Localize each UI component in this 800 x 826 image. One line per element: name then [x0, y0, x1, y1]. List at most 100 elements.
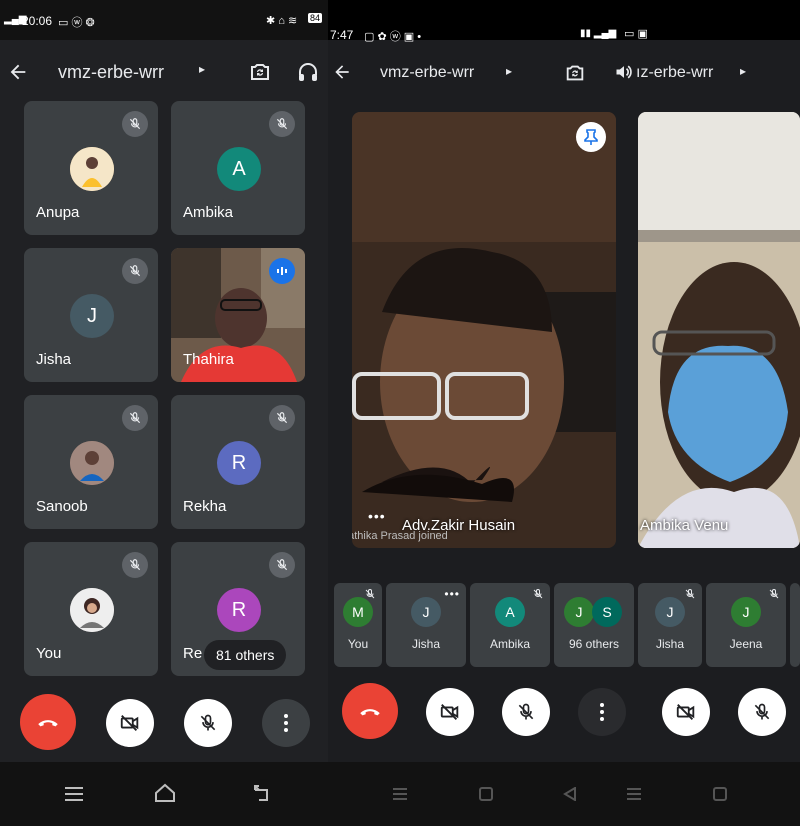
home-icon[interactable] [152, 780, 178, 806]
signal-icon: ▮▮ ▂▄▆ [580, 28, 617, 39]
strip-participant-tile[interactable]: M You [334, 583, 382, 667]
pin-icon[interactable] [576, 122, 606, 152]
speaking-indicator-icon [269, 258, 295, 284]
mic-off-icon [768, 587, 780, 605]
bluetooth-icon: ✱ ⌂ ≋ [266, 15, 298, 27]
others-count-pill[interactable]: 81 others [204, 640, 287, 670]
avatar-initial: J [70, 294, 114, 338]
chevron-right-icon[interactable]: ▸ [506, 64, 512, 78]
more-dots-icon[interactable]: ••• [444, 587, 460, 601]
mic-off-icon [364, 587, 376, 605]
app-bar: vmz-erbe-wrr ▸ ız-erbe-wrr ▸ [328, 48, 800, 96]
more-dots-icon[interactable]: ••• [368, 508, 386, 524]
avatar-photo [70, 441, 114, 485]
participant-tile[interactable]: R Rekha [171, 395, 305, 529]
participant-video-tile[interactable]: Thahira [171, 248, 305, 382]
mic-off-icon [122, 552, 148, 578]
mic-off-icon [122, 111, 148, 137]
notification-icons: ▭ ⓦ ❂ [58, 17, 95, 29]
participant-name: Ambika [183, 204, 234, 221]
speaker-icon[interactable] [612, 60, 636, 84]
mic-off-icon [269, 552, 295, 578]
mic-off-button-overlap[interactable] [738, 688, 786, 736]
back-nav-icon[interactable] [560, 784, 580, 804]
participant-tile[interactable]: Sanoob [24, 395, 158, 529]
meeting-code-title[interactable]: vmz-erbe-wrr [58, 62, 164, 83]
left-phone-screen: ▂▄▆ 20:06 ▭ ⓦ ❂ ✱ ⌂ ≋ 84 vmz-erbe-wrr ▸ … [0, 0, 328, 826]
battery-icon: 84 [308, 13, 323, 23]
chevron-right-icon[interactable]: ▸ [740, 64, 746, 78]
avatar-photo [70, 147, 114, 191]
status-time: 7:47 [330, 28, 354, 42]
status-bar: ▂▄▆ 20:06 ▭ ⓦ ❂ ✱ ⌂ ≋ 84 [0, 0, 328, 40]
participant-name: Ambika [489, 637, 530, 651]
strip-participant-tile[interactable]: J Jeena [706, 583, 786, 667]
menu-icon[interactable] [390, 784, 410, 804]
main-speaker-video-tile[interactable]: ••• Adv.Zakir Husain Lathika Prasad join… [352, 112, 616, 548]
video-feed [352, 112, 616, 548]
right-phone-screen: 7:47 ▢ ✿ ⓦ ▣ • ▮▮ ▂▄▆ ▭ ▣ vmz-erbe-wrr ▸… [328, 0, 800, 826]
participant-name: Jeena [729, 637, 763, 651]
camera-off-button[interactable] [426, 688, 474, 736]
participant-name: You [36, 645, 62, 662]
mic-off-icon [684, 587, 696, 605]
switch-camera-icon[interactable] [246, 58, 274, 86]
avatar-initial: J [655, 597, 685, 627]
home-icon[interactable] [476, 784, 496, 804]
avatar-photo [70, 588, 114, 632]
avatar-initial: A [495, 597, 525, 627]
app-bar: vmz-erbe-wrr ▸ [0, 48, 328, 96]
participant-tile-self[interactable]: You [24, 542, 158, 676]
participant-name: Jisha [411, 637, 440, 651]
menu-icon[interactable] [62, 782, 86, 806]
chevron-right-icon[interactable]: ▸ [199, 62, 205, 76]
participant-tile[interactable]: Anupa [24, 101, 158, 235]
mic-off-icon [122, 258, 148, 284]
meeting-code-title-overlap[interactable]: ız-erbe-wrr [636, 64, 713, 82]
more-options-button[interactable] [262, 699, 310, 747]
camera-off-button[interactable] [106, 699, 154, 747]
participant-tile[interactable]: A Ambika [171, 101, 305, 235]
others-count-label: 96 others [568, 637, 620, 651]
avatar-initial: R [217, 588, 261, 632]
mic-off-button[interactable] [184, 699, 232, 747]
back-arrow-icon[interactable] [4, 58, 32, 86]
switch-camera-icon[interactable] [562, 60, 588, 86]
participant-tile[interactable]: J Jisha [24, 248, 158, 382]
second-speaker-video-tile[interactable]: Ambika Venu [638, 112, 800, 548]
notification-icons: ▢ ✿ ⓦ ▣ • [364, 31, 422, 43]
avatar-initial: J [731, 597, 761, 627]
strip-others-tile[interactable]: J S 96 others [554, 583, 634, 667]
home-icon[interactable] [710, 784, 730, 804]
participant-name: Jisha [655, 637, 684, 651]
meeting-code-title[interactable]: vmz-erbe-wrr [380, 64, 474, 82]
participant-name: Rekha [183, 498, 227, 515]
participant-name: Re [183, 645, 203, 662]
avatar-initial: J [564, 597, 594, 627]
android-nav-bar [0, 762, 328, 826]
back-arrow-icon[interactable] [330, 60, 354, 84]
headphones-icon[interactable] [294, 58, 322, 86]
strip-participant-tile[interactable]: J ••• Jisha [386, 583, 466, 667]
avatar-initial: S [592, 597, 622, 627]
more-options-button[interactable] [578, 688, 626, 736]
participant-name: Thahira [183, 351, 234, 368]
mic-off-button[interactable] [502, 688, 550, 736]
back-nav-icon[interactable] [250, 780, 276, 806]
menu-icon[interactable] [624, 784, 644, 804]
strip-participant-tile[interactable]: A Ambika [470, 583, 550, 667]
mic-off-icon [122, 405, 148, 431]
status-time: 20:06 [22, 14, 53, 28]
avatar-initial: J [411, 597, 441, 627]
battery-icon: ▭ ▣ [624, 28, 648, 40]
mic-off-icon [532, 587, 544, 605]
speaker-name: Ambika Venu [640, 517, 729, 534]
mic-off-icon [269, 405, 295, 431]
join-toast: Lathika Prasad joined [352, 530, 448, 542]
end-call-button[interactable] [20, 694, 76, 750]
strip-tile-partial[interactable] [790, 583, 800, 667]
end-call-button[interactable] [342, 683, 398, 739]
android-nav-bar [328, 762, 800, 826]
camera-off-button-overlap[interactable] [662, 688, 710, 736]
strip-participant-tile[interactable]: J Jisha [638, 583, 702, 667]
